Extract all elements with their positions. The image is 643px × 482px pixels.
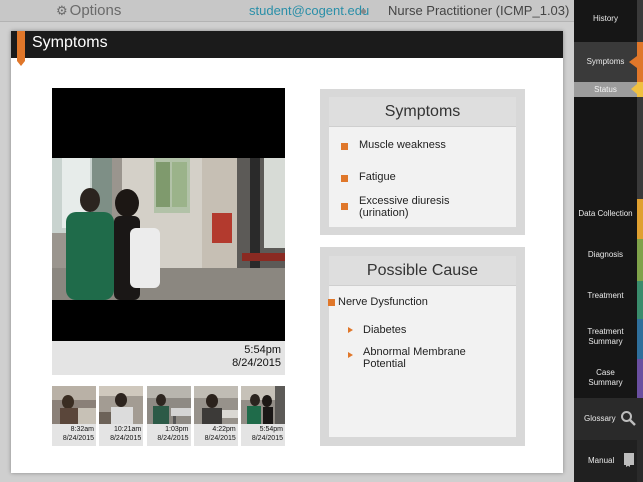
options-label: Options: [69, 2, 122, 19]
book-icon: [624, 453, 634, 472]
sidebar-item-case-summary[interactable]: Case Summary: [574, 368, 637, 388]
video-time: 5:54pm: [244, 344, 281, 356]
sidebar-item-label: Status: [594, 85, 617, 94]
sidebar-item-diagnosis[interactable]: Diagnosis: [574, 250, 637, 260]
selected-indicator-icon: [629, 56, 637, 68]
status-dot: [361, 9, 366, 14]
symptom-text: Fatigue: [359, 171, 396, 183]
bullet-square-icon: [341, 175, 348, 182]
symptoms-heading: Symptoms: [329, 97, 516, 127]
thumbnail-image: [241, 386, 285, 424]
sub-selected-indicator-icon: [631, 84, 637, 94]
possible-cause-box: Possible Cause Nerve Dysfunction Diabete…: [320, 247, 525, 446]
sidebar-item-history[interactable]: History: [574, 14, 637, 24]
search-icon: [620, 410, 636, 431]
cause-main-text: Nerve Dysfunction: [338, 296, 428, 308]
main-panel: Symptoms 5:54pm 8/24/2015 8:32am 8/24/20…: [11, 31, 563, 473]
thumbnail-date: 8/24/2015: [157, 435, 189, 442]
sidebar-nav: History Symptoms Status Data Collection …: [574, 0, 643, 482]
thumbnail-date: 8/24/2015: [251, 435, 283, 442]
thumbnail-time: 4:22pm: [212, 426, 236, 433]
thumbnail-date: 8/24/2015: [62, 435, 94, 442]
thumbnail-4[interactable]: 4:22pm 8/24/2015: [193, 386, 238, 446]
sidebar-item-label: Manual: [588, 456, 615, 465]
symptoms-box: Symptoms Muscle weakness Fatigue Excessi…: [320, 89, 525, 235]
thumbnail-time: 10:21am: [114, 426, 142, 433]
possible-cause-box-inner: Possible Cause Nerve Dysfunction Diabete…: [328, 256, 516, 437]
sidebar-item-label: History: [593, 14, 618, 23]
bullet-square-icon: [328, 299, 335, 306]
options-button[interactable]: ⚙ Options: [56, 2, 121, 19]
thumbnail-strip: 8:32am 8/24/2015 10:21am 8/24/2015 1:03pm 8…: [52, 386, 285, 446]
thumbnail-date: 8/24/2015: [110, 435, 142, 442]
panel-title: Symptoms: [32, 34, 108, 51]
video-player[interactable]: [52, 88, 285, 341]
sidebar-item-treatment[interactable]: Treatment: [574, 291, 637, 301]
bullet-arrow-icon: [348, 327, 353, 333]
thumbnail-time: 1:03pm: [165, 426, 189, 433]
sidebar-item-label: Diagnosis: [587, 250, 624, 259]
thumbnail-date: 8/24/2015: [204, 435, 236, 442]
sidebar-item-label: Treatment: [587, 291, 624, 300]
top-bar: ⚙ Options student@cogent.edu Nurse Pract…: [0, 0, 574, 22]
thumbnail-2[interactable]: 10:21am 8/24/2015: [99, 386, 144, 446]
thumbnail-time: 5:54pm: [259, 426, 283, 433]
thumbnail-image: [193, 386, 238, 424]
thumbnail-image: [52, 386, 96, 424]
sidebar-item-label: Glossary: [584, 414, 616, 423]
video-timestamp: 5:54pm 8/24/2015: [52, 341, 285, 375]
cause-sub-text: Diabetes: [363, 324, 407, 336]
cause-sub-text: Abnormal Membrane Potential: [363, 346, 466, 370]
symptom-item: Excessive diuresis (urination): [341, 195, 461, 219]
thumbnail-5[interactable]: 5:54pm 8/24/2015: [241, 386, 285, 446]
sidebar-item-label: Data Collection: [578, 209, 633, 218]
sidebar-item-symptoms[interactable]: Symptoms: [574, 42, 637, 82]
thumbnail-time: 8:32am: [70, 426, 94, 433]
bullet-square-icon: [341, 203, 348, 210]
course-title: Nurse Practitioner (ICMP_1.03): [388, 3, 570, 18]
cause-sub-item: Diabetes: [348, 324, 406, 336]
sidebar-item-status[interactable]: Status: [574, 82, 637, 97]
symptom-item: Fatigue: [341, 171, 396, 183]
video-date: 8/24/2015: [232, 357, 281, 369]
sidebar-item-label: Treatment Summary: [587, 327, 624, 346]
symptom-item: Muscle weakness: [341, 139, 446, 151]
panel-header: Symptoms: [11, 31, 563, 58]
thumbnail-image: [146, 386, 191, 424]
gear-icon: ⚙: [56, 2, 68, 18]
thumbnail-1[interactable]: 8:32am 8/24/2015: [52, 386, 96, 446]
symptom-text: Excessive diuresis (urination): [359, 195, 450, 219]
sidebar-item-data-collection[interactable]: Data Collection: [574, 209, 637, 219]
sidebar-item-glossary[interactable]: Glossary: [574, 398, 637, 440]
bullet-square-icon: [341, 143, 348, 150]
possible-cause-heading: Possible Cause: [329, 256, 516, 286]
thumbnail-3[interactable]: 1:03pm 8/24/2015: [146, 386, 191, 446]
sidebar-item-manual[interactable]: Manual: [574, 440, 637, 482]
user-email: student@cogent.edu: [249, 3, 370, 18]
sidebar-item-treatment-summary[interactable]: Treatment Summary: [574, 327, 637, 347]
progress-color-bar: [637, 0, 643, 482]
video-frame: [52, 158, 285, 300]
symptoms-box-inner: Symptoms Muscle weakness Fatigue Excessi…: [329, 97, 516, 227]
cause-main-item: Nerve Dysfunction: [328, 296, 428, 308]
cause-sub-item: Abnormal Membrane Potential: [348, 346, 478, 370]
panel-accent-tab: [17, 31, 25, 66]
sidebar-item-label: Symptoms: [586, 57, 625, 66]
bullet-arrow-icon: [348, 352, 353, 358]
sidebar-item-label: Case Summary: [588, 368, 623, 387]
thumbnail-image: [99, 386, 144, 424]
symptom-text: Muscle weakness: [359, 139, 446, 151]
